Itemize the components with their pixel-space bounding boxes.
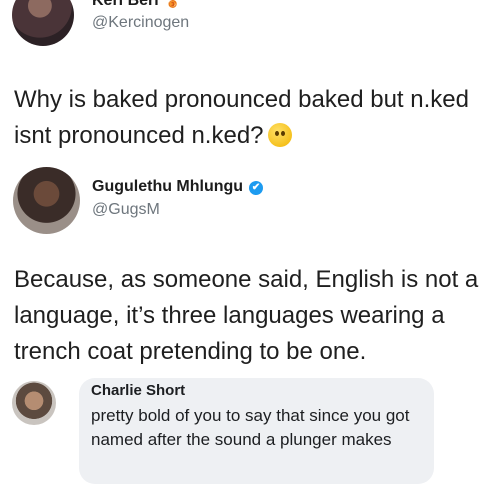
tweet1-handle[interactable]: @Kercinogen xyxy=(92,14,189,32)
comment-author-name[interactable]: Charlie Short xyxy=(91,382,185,399)
tweet1-author-name[interactable]: Keri Beri 🥉 xyxy=(92,0,181,10)
tweet1-body-text: Why is baked pronounced baked but n.ked … xyxy=(14,86,469,149)
verified-badge-icon: ✔ xyxy=(249,181,264,195)
comment-body: pretty bold of you to say that since you… xyxy=(91,406,410,449)
tweet2-author-name-text: Gugulethu Mhlungu xyxy=(92,178,244,195)
thinking-face-icon xyxy=(267,123,292,147)
tweet2-body: Because, as someone said, English is not… xyxy=(14,266,479,365)
tweet1-author-name-text: Keri Beri xyxy=(92,0,159,9)
medal-icon: 🥉 xyxy=(164,0,181,8)
tweet1-body: Why is baked pronounced baked but n.ked … xyxy=(14,82,484,154)
tweet2-avatar[interactable] xyxy=(13,167,80,234)
tweet1-avatar[interactable] xyxy=(12,0,74,46)
tweet2-handle[interactable]: @GugsM xyxy=(92,201,160,219)
comment-bubble: Charlie Short pretty bold of you to say … xyxy=(79,378,434,484)
comment-avatar[interactable] xyxy=(12,381,56,425)
tweet2-author-name[interactable]: Gugulethu Mhlungu ✔ xyxy=(92,178,264,196)
